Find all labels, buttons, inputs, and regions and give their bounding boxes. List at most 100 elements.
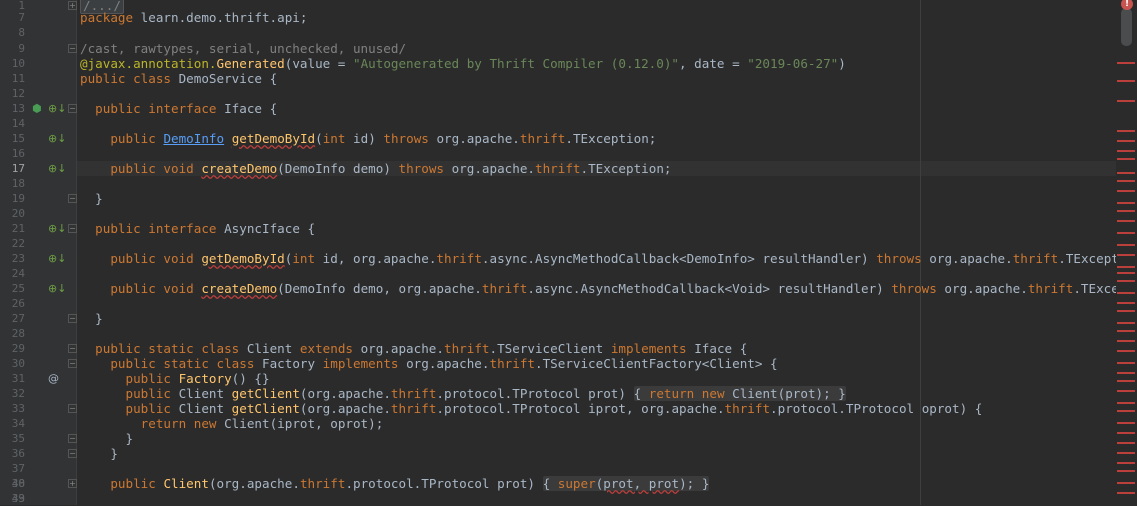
collapse-fold-icon[interactable]: − — [68, 44, 77, 53]
error-mark[interactable] — [1117, 432, 1135, 434]
code-line[interactable]: 27 } — [0, 311, 1110, 326]
line-number[interactable]: 37 — [0, 461, 25, 476]
line-number[interactable]: 27 — [0, 311, 25, 326]
error-mark[interactable] — [1117, 232, 1135, 234]
implemented-icon[interactable]: ⊕↓ — [48, 251, 66, 266]
code-line[interactable]: 29 public static class Client extends or… — [0, 341, 1110, 356]
error-mark[interactable] — [1117, 244, 1135, 246]
code-text[interactable]: public DemoInfo getDemoById(int id) thro… — [80, 131, 656, 146]
code-text[interactable]: public void getDemoById(int id, org.apac… — [80, 251, 1137, 266]
code-text[interactable]: public Client getClient(org.apache.thrif… — [80, 386, 846, 401]
collapse-fold-icon[interactable]: − — [68, 104, 77, 113]
error-mark[interactable] — [1117, 172, 1135, 174]
line-number[interactable]: 28 — [0, 326, 25, 341]
code-text[interactable]: public void createDemo(DemoInfo demo, or… — [80, 281, 1137, 296]
line-number[interactable]: 20 — [0, 206, 25, 221]
line-number[interactable]: 9 — [0, 41, 25, 56]
line-number[interactable]: 29 — [0, 341, 25, 356]
line-number[interactable]: 25 — [0, 281, 25, 296]
collapse-fold-icon[interactable]: − — [68, 344, 77, 353]
code-line[interactable]: 36 } — [0, 446, 1110, 461]
code-text[interactable]: /cast, rawtypes, serial, unchecked, unus… — [80, 41, 406, 56]
error-mark[interactable] — [1117, 130, 1135, 132]
code-text[interactable]: @javax.annotation.Generated(value = "Aut… — [80, 56, 846, 71]
error-mark[interactable] — [1117, 340, 1135, 342]
error-mark[interactable] — [1117, 482, 1135, 484]
code-line[interactable]: 34 return new Client(iprot, oprot); — [0, 416, 1110, 431]
error-mark[interactable] — [1117, 462, 1135, 464]
error-mark[interactable] — [1117, 422, 1135, 424]
error-mark[interactable] — [1117, 372, 1135, 374]
code-line[interactable]: 8 — [0, 25, 1110, 40]
code-line[interactable]: 32 public Client getClient(org.apache.th… — [0, 386, 1110, 401]
code-text[interactable]: public Client getClient(org.apache.thrif… — [80, 401, 983, 416]
line-number[interactable]: 15 — [0, 131, 25, 146]
error-mark[interactable] — [1117, 330, 1135, 332]
code-text[interactable]: public static class Factory implements o… — [80, 356, 777, 371]
line-number[interactable]: 22 — [0, 236, 25, 251]
line-number[interactable]: 13 — [0, 101, 25, 116]
code-line[interactable]: 20 — [0, 206, 1110, 221]
line-number[interactable]: 19 — [0, 191, 25, 206]
code-line[interactable]: 17 public void createDemo(DemoInfo demo)… — [0, 161, 1110, 176]
line-number[interactable]: 35 — [0, 431, 25, 446]
code-line[interactable]: 22 — [0, 236, 1110, 251]
collapse-fold-icon[interactable]: − — [68, 434, 77, 443]
implemented-icon[interactable]: ⊕↓ — [48, 101, 66, 116]
code-line[interactable]: 37 — [0, 461, 1110, 476]
error-mark[interactable] — [1117, 266, 1135, 268]
error-mark[interactable] — [1117, 322, 1135, 324]
code-line[interactable]: 13 public interface Iface { — [0, 101, 1110, 116]
code-line[interactable]: 26 — [0, 296, 1110, 311]
code-line[interactable]: 9/cast, rawtypes, serial, unchecked, unu… — [0, 41, 1110, 56]
line-number[interactable]: 18 — [0, 176, 25, 191]
code-text[interactable]: public interface Iface { — [80, 101, 277, 116]
collapse-fold-icon[interactable]: − — [68, 359, 77, 368]
error-mark[interactable] — [1117, 272, 1135, 274]
code-line[interactable]: 24 — [0, 266, 1110, 281]
error-mark[interactable] — [1117, 292, 1135, 294]
error-mark[interactable] — [1117, 452, 1135, 454]
collapse-fold-icon[interactable]: − — [68, 224, 77, 233]
line-number[interactable]: 31 — [0, 371, 25, 386]
error-mark[interactable] — [1117, 362, 1135, 364]
code-text[interactable]: return new Client(iprot, oprot); — [80, 416, 384, 431]
line-number[interactable]: 34 — [0, 416, 25, 431]
code-text[interactable]: public Factory() {} — [80, 371, 270, 386]
line-number[interactable]: 26 — [0, 296, 25, 311]
code-line[interactable]: 12 — [0, 86, 1110, 101]
error-mark[interactable] — [1117, 302, 1135, 304]
collapse-fold-icon[interactable]: − — [68, 449, 77, 458]
expand-fold-icon[interactable]: + — [68, 479, 77, 488]
code-line[interactable]: 33 public Client getClient(org.apache.th… — [0, 401, 1110, 416]
code-line[interactable]: 21 public interface AsyncIface { — [0, 221, 1110, 236]
code-line[interactable]: 14 — [0, 116, 1110, 131]
error-mark[interactable] — [1117, 210, 1135, 212]
error-mark[interactable] — [1117, 310, 1135, 312]
implemented-icon[interactable]: ⊕↓ — [48, 131, 66, 146]
error-mark[interactable] — [1117, 202, 1135, 204]
code-text[interactable]: } — [80, 431, 133, 446]
code-text[interactable]: } — [80, 311, 103, 326]
error-mark[interactable] — [1117, 380, 1135, 382]
code-line[interactable]: 23 public void getDemoById(int id, org.a… — [0, 251, 1137, 266]
error-mark[interactable] — [1117, 410, 1135, 412]
line-number[interactable]: 23 — [0, 251, 25, 266]
error-mark[interactable] — [1117, 280, 1135, 282]
line-number[interactable]: 14 — [0, 116, 25, 131]
code-line[interactable]: 43 — [0, 491, 1110, 506]
code-line[interactable]: 15 public DemoInfo getDemoById(int id) t… — [0, 131, 1110, 146]
code-line[interactable]: 35 } — [0, 431, 1110, 446]
code-line[interactable]: 7 package learn.demo.thrift.api; — [0, 10, 1110, 25]
error-mark[interactable] — [1117, 220, 1135, 222]
line-number[interactable]: 36 — [0, 446, 25, 461]
line-number[interactable]: 32 — [0, 386, 25, 401]
line-number[interactable]: 7 — [0, 10, 25, 25]
error-mark[interactable] — [1117, 100, 1135, 102]
line-number[interactable]: 11 — [0, 71, 25, 86]
code-line[interactable]: 40 — [0, 476, 1110, 491]
code-line[interactable]: 16 — [0, 146, 1110, 161]
error-mark[interactable] — [1117, 470, 1135, 472]
line-number[interactable]: 43 — [0, 491, 25, 506]
line-number[interactable]: 10 — [0, 56, 25, 71]
